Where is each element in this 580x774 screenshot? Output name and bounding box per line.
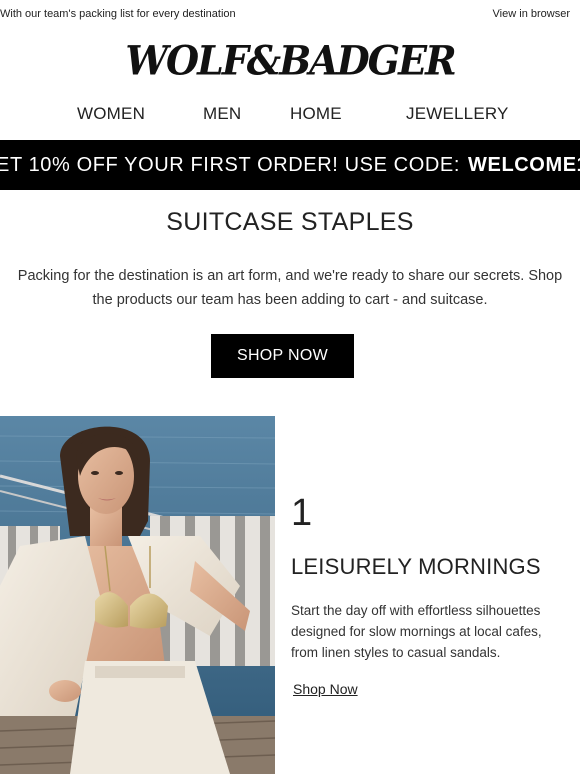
nav-item-home[interactable]: HOME bbox=[290, 104, 342, 124]
promo-text: GET 10% OFF YOUR FIRST ORDER! USE CODE: bbox=[0, 153, 461, 176]
feature-description: Start the day off with effortless silhou… bbox=[291, 603, 542, 660]
feature-number: 1 bbox=[291, 492, 313, 534]
feature-title: LEISURELY MORNINGS bbox=[291, 554, 541, 579]
promo-banner[interactable]: GET 10% OFF YOUR FIRST ORDER! USE CODE: … bbox=[0, 140, 580, 190]
logo-container[interactable]: WOLF&BADGER bbox=[0, 36, 580, 86]
section-intro-text: Packing for the destination is an art fo… bbox=[17, 268, 563, 308]
main-nav: WOMEN MEN HOME JEWELLERY bbox=[0, 96, 580, 132]
lifestyle-photo[interactable] bbox=[0, 416, 275, 774]
brand-logo[interactable]: WOLF&BADGER bbox=[125, 41, 456, 81]
nav-item-jewellery[interactable]: JEWELLERY bbox=[406, 104, 509, 124]
preheader: With our team's packing list for every d… bbox=[0, 0, 580, 28]
model-on-boat-image bbox=[0, 416, 275, 774]
promo-code: WELCOME10 bbox=[468, 153, 580, 176]
feature-block-1: 1 LEISURELY MORNINGS Start the day off w… bbox=[291, 494, 571, 699]
nav-item-men[interactable]: MEN bbox=[203, 104, 241, 124]
preheader-tagline: With our team's packing list for every d… bbox=[0, 8, 236, 20]
feature-shop-now-link[interactable]: Shop Now bbox=[293, 681, 358, 697]
nav-item-women[interactable]: WOMEN bbox=[77, 104, 145, 124]
section-headline: SUITCASE STAPLES bbox=[166, 208, 414, 236]
view-in-browser-link[interactable]: View in browser bbox=[493, 8, 570, 20]
shop-now-button[interactable]: SHOP NOW bbox=[211, 334, 354, 378]
